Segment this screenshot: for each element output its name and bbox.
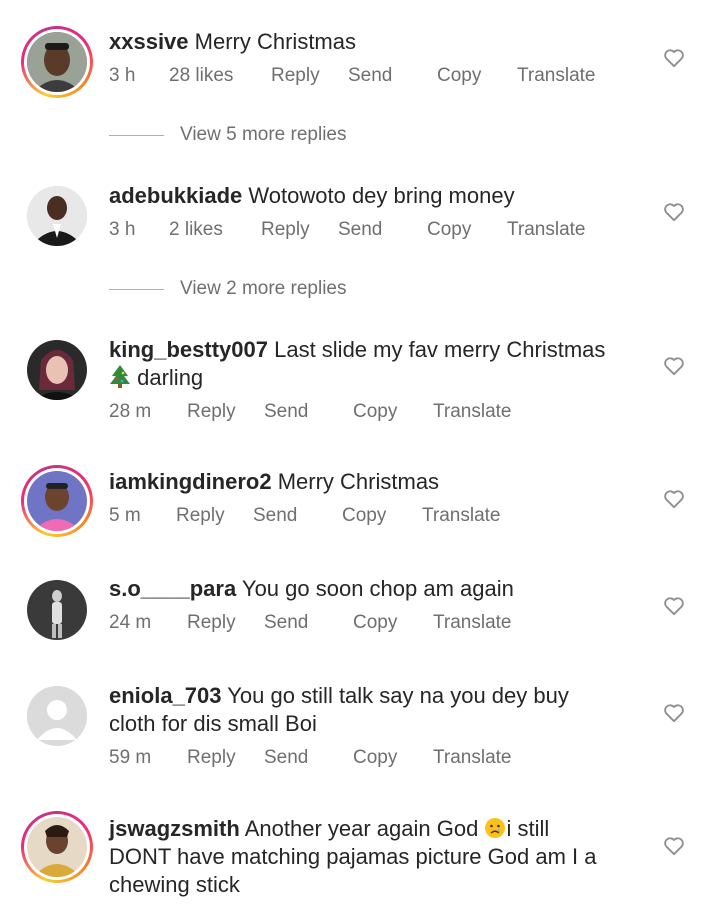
copy-button[interactable]: Copy xyxy=(342,504,422,528)
divider xyxy=(109,288,164,290)
avatar[interactable] xyxy=(21,574,93,646)
comment-text: You go soon chop am again xyxy=(241,576,514,601)
likes-count[interactable]: 2 likes xyxy=(169,218,261,242)
comment-text: Wotowoto dey bring money xyxy=(248,183,515,208)
comment-username[interactable]: iamkingdinero2 xyxy=(109,469,272,494)
comment-text-after-emoji: i still xyxy=(506,816,550,841)
translate-button[interactable]: Translate xyxy=(517,64,596,88)
copy-button[interactable]: Copy xyxy=(353,400,433,424)
heart-icon[interactable] xyxy=(663,836,685,856)
send-button[interactable]: Send xyxy=(338,218,427,242)
comment-text: You go still talk say na you dey buy xyxy=(227,683,569,708)
translate-button[interactable]: Translate xyxy=(433,746,512,770)
reply-button[interactable]: Reply xyxy=(187,746,264,770)
reply-button[interactable]: Reply xyxy=(261,218,338,242)
view-more-replies[interactable]: View 5 more replies xyxy=(109,124,347,146)
send-button[interactable]: Send xyxy=(264,746,353,770)
comment-text: Last slide my fav merry Christmas xyxy=(274,337,606,362)
user-photo-icon xyxy=(27,471,87,531)
comment-text-continued: darling xyxy=(137,365,204,390)
comment-username[interactable]: king_bestty007 xyxy=(109,337,268,362)
reply-button[interactable]: Reply xyxy=(187,611,264,635)
comment-time: 24 m xyxy=(109,612,152,633)
translate-button[interactable]: Translate xyxy=(422,504,501,528)
comment-username[interactable]: jswagzsmith xyxy=(109,816,240,841)
heart-icon[interactable] xyxy=(663,356,685,376)
comment-username[interactable]: s.o____para xyxy=(109,576,236,601)
likes-count[interactable]: 28 likes xyxy=(169,64,271,88)
translate-button[interactable]: Translate xyxy=(507,218,586,242)
heart-icon[interactable] xyxy=(663,703,685,723)
view-more-replies[interactable]: View 2 more replies xyxy=(109,278,347,300)
comment-time: 3 h xyxy=(109,65,136,86)
avatar[interactable] xyxy=(21,334,93,406)
heart-icon[interactable] xyxy=(663,48,685,68)
reply-button[interactable]: Reply xyxy=(187,400,264,424)
heart-icon[interactable] xyxy=(663,596,685,616)
comment-text-continued: DONT have matching pajamas picture God a… xyxy=(109,844,597,869)
view-more-label[interactable]: View 5 more replies xyxy=(180,124,347,146)
default-avatar-icon xyxy=(27,686,87,746)
reply-button[interactable]: Reply xyxy=(271,64,348,88)
translate-button[interactable]: Translate xyxy=(433,400,512,424)
avatar[interactable] xyxy=(21,811,93,883)
avatar[interactable] xyxy=(21,465,93,537)
avatar[interactable] xyxy=(21,180,93,252)
comment-username[interactable]: eniola_703 xyxy=(109,683,222,708)
copy-button[interactable]: Copy xyxy=(353,746,433,770)
heart-icon[interactable] xyxy=(663,202,685,222)
comment-text-continued: cloth for dis small Boi xyxy=(109,711,317,736)
avatar[interactable] xyxy=(21,680,93,752)
send-button[interactable]: Send xyxy=(348,64,437,88)
send-button[interactable]: Send xyxy=(264,400,353,424)
avatar[interactable] xyxy=(21,26,93,98)
comment-text: Merry Christmas xyxy=(194,29,356,54)
user-photo-icon xyxy=(27,817,87,877)
christmas-tree-icon xyxy=(110,365,130,388)
comment-time: 3 h xyxy=(109,219,136,240)
comment-username[interactable]: adebukkiade xyxy=(109,183,242,208)
user-photo-icon xyxy=(27,32,87,92)
comment-text: Another year again God xyxy=(244,816,479,841)
user-photo-icon xyxy=(27,340,87,400)
copy-button[interactable]: Copy xyxy=(437,64,517,88)
reply-button[interactable]: Reply xyxy=(176,504,253,528)
copy-button[interactable]: Copy xyxy=(353,611,433,635)
translate-button[interactable]: Translate xyxy=(433,611,512,635)
comment-time: 59 m xyxy=(109,747,152,768)
comment-username[interactable]: xxssive xyxy=(109,29,189,54)
comment-time: 28 m xyxy=(109,401,152,422)
crying-face-icon xyxy=(485,818,506,838)
view-more-label[interactable]: View 2 more replies xyxy=(180,278,347,300)
heart-icon[interactable] xyxy=(663,489,685,509)
divider xyxy=(109,134,164,136)
comment-time: 5 m xyxy=(109,505,141,526)
copy-button[interactable]: Copy xyxy=(427,218,507,242)
user-photo-icon xyxy=(27,580,87,640)
send-button[interactable]: Send xyxy=(253,504,342,528)
comment-text: Merry Christmas xyxy=(277,469,440,494)
comment-text-continued: chewing stick xyxy=(109,872,240,897)
send-button[interactable]: Send xyxy=(264,611,353,635)
user-photo-icon xyxy=(27,186,87,246)
